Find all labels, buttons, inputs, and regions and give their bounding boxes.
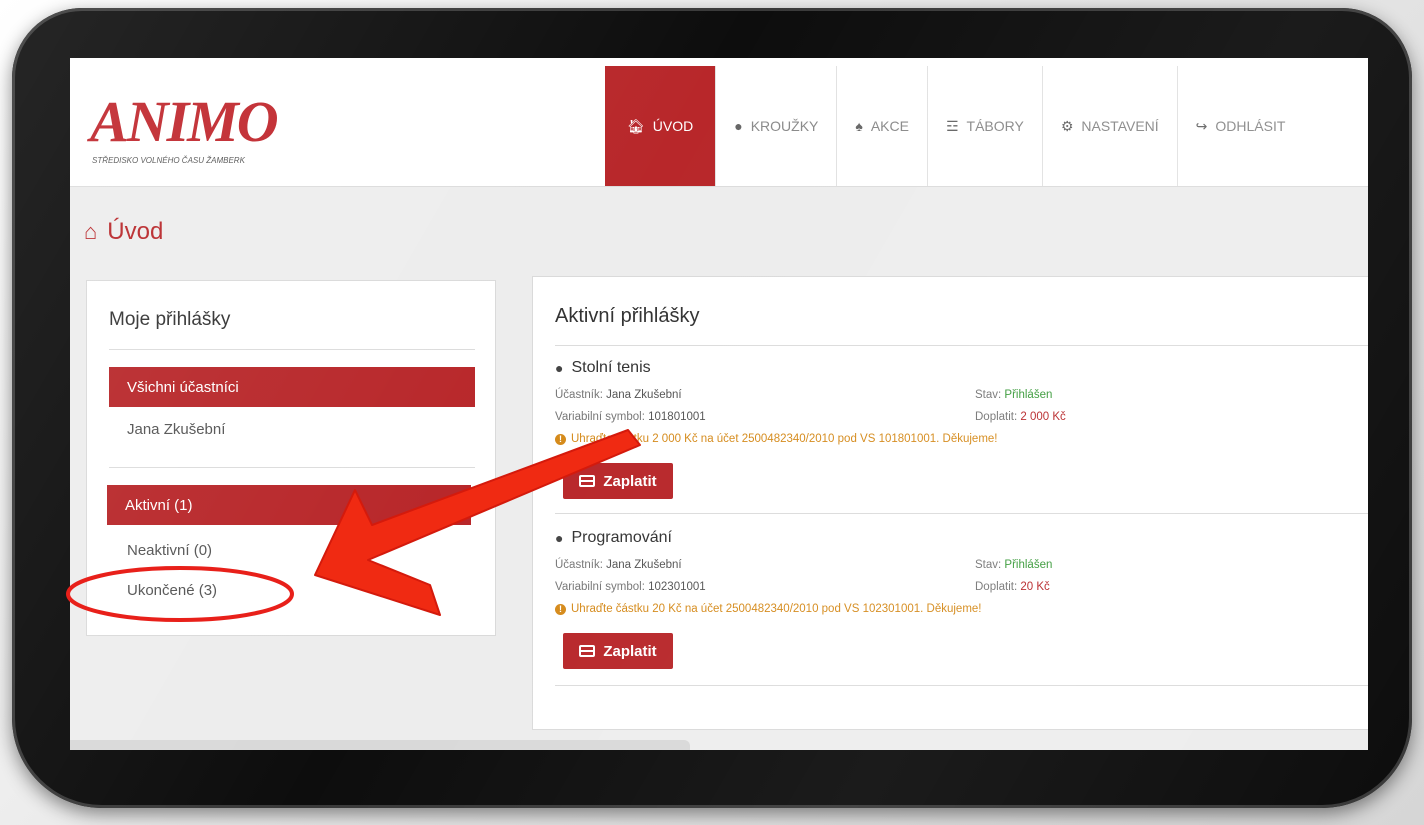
credit-card-icon <box>579 645 596 657</box>
nav-item-krouzky[interactable]: ● KROUŽKY <box>715 66 836 186</box>
divider <box>555 685 1368 686</box>
divider <box>555 345 1368 346</box>
status-row: Stav: Přihlášen <box>975 389 1052 401</box>
nav-label: ODHLÁSIT <box>1215 118 1286 134</box>
entry-name: ● Stolní tenis <box>555 359 651 377</box>
due-value: 2 000 Kč <box>1020 411 1066 423</box>
vs-label: Variabilní symbol: <box>555 581 645 593</box>
page-title-text: Úvod <box>107 218 164 245</box>
main-nav: 🏠︎ ÚVOD ● KROUŽKY ♠ AKCE ☲ TÁBORY ⚙ NAST… <box>605 66 1303 186</box>
home-icon: 🏠︎ <box>627 117 645 134</box>
status-value: Přihlášen <box>1004 559 1053 571</box>
home-icon: ⌂ <box>84 219 98 244</box>
vs-row: Variabilní symbol: 102301001 <box>555 581 706 593</box>
active-applications-panel: Aktivní přihlášky ● Stolní tenis Účastní… <box>532 276 1368 730</box>
application-entry: ● Programování Účastník: Jana Zkušební V… <box>555 529 1368 689</box>
participant-label: Účastník: <box>555 389 603 401</box>
filter-active[interactable]: Aktivní (1) <box>107 485 471 525</box>
participant-value: Jana Zkušební <box>606 559 682 571</box>
divider <box>109 467 475 468</box>
payment-notice: ! Uhraďte částku 20 Kč na účet 250048234… <box>555 603 982 615</box>
nav-label: AKCE <box>870 118 909 134</box>
nav-label: NASTAVENÍ <box>1081 118 1159 134</box>
status-label: Stav: <box>975 559 1002 571</box>
nav-label: TÁBORY <box>966 118 1024 134</box>
entry-name: ● Programování <box>555 529 672 547</box>
course-name: Programování <box>571 529 672 546</box>
due-value: 20 Kč <box>1020 581 1050 593</box>
horizontal-scrollbar[interactable] <box>70 740 690 750</box>
application-entry: ● Stolní tenis Účastník: Jana Zkušební V… <box>555 359 1368 519</box>
signpost-icon: ☲ <box>945 117 959 134</box>
payment-notice-text: Uhraďte částku 2 000 Kč na účet 25004823… <box>571 433 998 445</box>
due-label: Doplatit: <box>975 411 1018 423</box>
filter-inactive[interactable]: Neaktivní (0) <box>127 542 212 559</box>
participant-row: Účastník: Jana Zkušební <box>555 559 682 571</box>
payment-notice: ! Uhraďte částku 2 000 Kč na účet 250048… <box>555 433 998 445</box>
status-label: Stav: <box>975 389 1002 401</box>
nav-label: ÚVOD <box>652 118 694 134</box>
all-participants-item[interactable]: Všichni účastníci <box>109 367 475 407</box>
nav-item-tabory[interactable]: ☲ TÁBORY <box>926 66 1042 186</box>
logo[interactable]: ANIMO STŘEDISKO VOLNÉHO ČASU ŽAMBERK <box>88 88 308 168</box>
my-applications-panel: Moje přihlášky Všichni účastníci Jana Zk… <box>86 280 496 636</box>
nav-item-akce[interactable]: ♠ AKCE <box>836 66 927 186</box>
site-header: ANIMO STŘEDISKO VOLNÉHO ČASU ŽAMBERK 🏠︎ … <box>70 58 1368 187</box>
screen: ANIMO STŘEDISKO VOLNÉHO ČASU ŽAMBERK 🏠︎ … <box>70 58 1368 750</box>
pay-button-label: Zaplatit <box>603 642 657 660</box>
nav-label: KROUŽKY <box>750 118 819 134</box>
info-icon: ! <box>555 433 566 445</box>
panel-title: Aktivní přihlášky <box>555 305 700 327</box>
participant-row: Účastník: Jana Zkušební <box>555 389 682 401</box>
pay-button[interactable]: Zaplatit <box>563 633 673 669</box>
vs-label: Variabilní symbol: <box>555 411 645 423</box>
lightbulb-icon: ● <box>555 530 564 546</box>
logo-subtitle: STŘEDISKO VOLNÉHO ČASU ŽAMBERK <box>92 156 245 165</box>
participant-value: Jana Zkušební <box>606 389 682 401</box>
vs-value: 101801001 <box>648 411 706 423</box>
participant-item[interactable]: Jana Zkušební <box>127 421 225 438</box>
status-row: Stav: Přihlášen <box>975 559 1052 571</box>
pay-button[interactable]: Zaplatit <box>563 463 673 499</box>
due-row: Doplatit: 2 000 Kč <box>975 411 1066 423</box>
course-name: Stolní tenis <box>571 359 651 376</box>
lightbulb-icon: ● <box>734 118 743 134</box>
filter-finished[interactable]: Ukončené (3) <box>127 582 217 599</box>
due-row: Doplatit: 20 Kč <box>975 581 1050 593</box>
vs-value: 102301001 <box>648 581 706 593</box>
trophy-icon: ♠ <box>855 118 863 134</box>
gear-icon: ⚙ <box>1060 117 1074 134</box>
logout-icon: ↪ <box>1195 117 1208 134</box>
status-value: Přihlášen <box>1004 389 1053 401</box>
filter-active-label: Aktivní (1) <box>125 496 193 514</box>
logo-text: ANIMO <box>90 89 279 154</box>
vs-row: Variabilní symbol: 101801001 <box>555 411 706 423</box>
nav-item-odhlasit[interactable]: ↪ ODHLÁSIT <box>1176 66 1304 186</box>
payment-notice-text: Uhraďte částku 20 Kč na účet 2500482340/… <box>571 603 982 615</box>
divider <box>555 513 1368 514</box>
divider <box>109 349 475 350</box>
due-label: Doplatit: <box>975 581 1018 593</box>
nav-item-uvod[interactable]: 🏠︎ ÚVOD <box>605 66 716 186</box>
panel-title: Moje přihlášky <box>109 309 231 330</box>
page-title: ⌂ Úvod <box>84 218 163 246</box>
nav-item-nastaveni[interactable]: ⚙ NASTAVENÍ <box>1041 66 1177 186</box>
credit-card-icon <box>579 475 596 487</box>
lightbulb-icon: ● <box>555 360 564 376</box>
all-participants-label: Všichni účastníci <box>127 378 239 396</box>
pay-button-label: Zaplatit <box>603 472 657 490</box>
participant-label: Účastník: <box>555 559 603 571</box>
info-icon: ! <box>555 603 566 615</box>
